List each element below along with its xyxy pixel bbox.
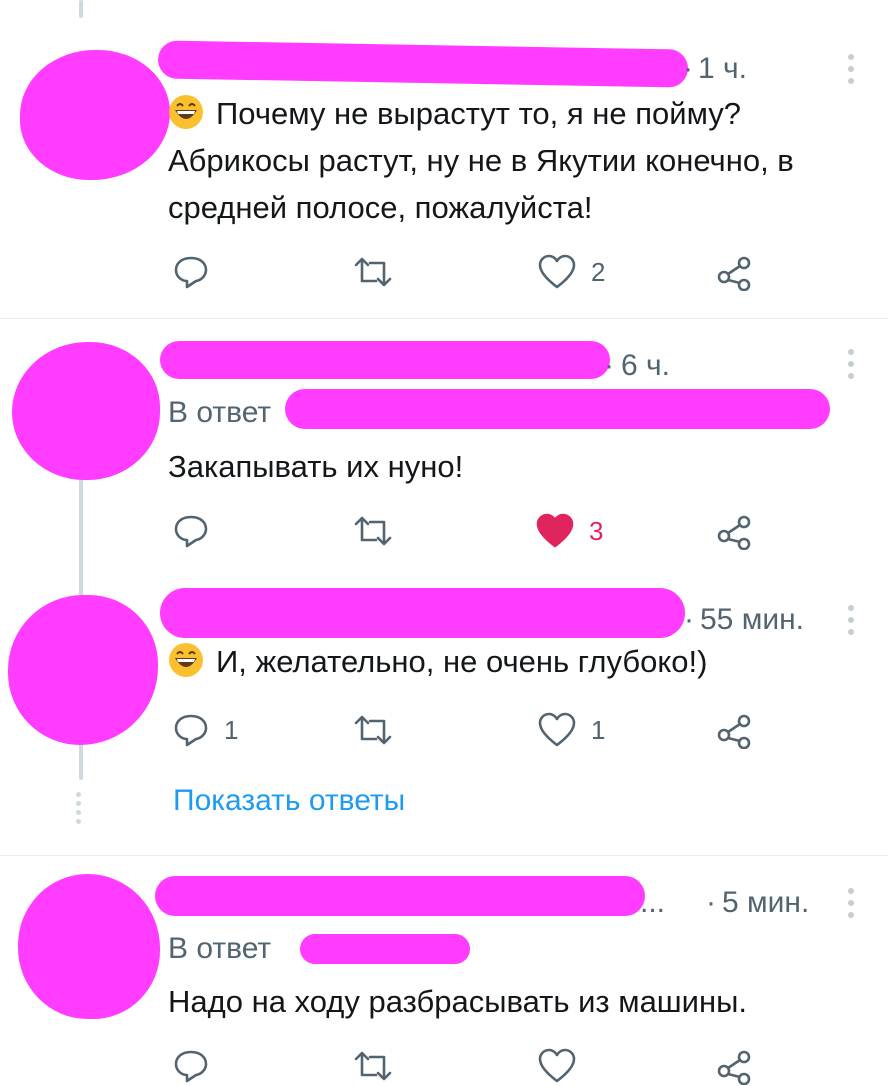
share-button[interactable] — [716, 252, 754, 292]
tweet-actions: 2 — [0, 252, 888, 292]
tweet-text-line: Абрикосы растут, ну не в Якутии конечно,… — [168, 143, 794, 178]
tweet-text-line: Закапывать их нуно! — [168, 449, 464, 484]
retweet-icon — [354, 715, 392, 745]
tweet-actions: 1 1 — [0, 710, 888, 750]
like-count: 1 — [591, 714, 606, 745]
tweet[interactable]: 1 ч. · Почему не вырастут то, я не пойму… — [0, 0, 888, 318]
redacted-username — [157, 40, 689, 88]
like-icon — [536, 513, 574, 548]
reply-icon — [174, 515, 208, 548]
name-ellipsis: ... — [640, 886, 666, 919]
reply-to-label: В ответ — [168, 932, 272, 965]
reply-icon — [174, 714, 208, 747]
reply-icon — [174, 1050, 208, 1083]
redacted-username — [160, 341, 610, 379]
retweet-icon — [354, 257, 392, 287]
like-icon — [538, 712, 576, 747]
tweet-text-line: Надо на ходу разбрасывать из машины. — [168, 984, 748, 1019]
tweet-actions: 3 — [0, 511, 888, 551]
tweet-time: 1 ч. — [698, 52, 747, 85]
tweet-time: 6 ч. — [621, 349, 670, 382]
share-button[interactable] — [716, 1046, 754, 1086]
like-button[interactable] — [537, 1046, 577, 1086]
tweet-text-line: средней полосе, пожалуйста! — [168, 190, 593, 225]
thread-gap-dots — [76, 792, 81, 824]
tweet[interactable]: · 55 мин. И, желательно, не очень глубок… — [0, 565, 888, 785]
tweet-text-line: И, желательно, не очень глубоко!) — [216, 644, 708, 679]
reply-button[interactable] — [172, 252, 210, 292]
share-button[interactable] — [716, 511, 754, 551]
tweet-text-line: Почему не вырастут то, я не пойму? — [216, 96, 742, 131]
grinning-emoji — [169, 643, 203, 677]
like-icon — [538, 1048, 576, 1083]
like-button[interactable]: 2 — [537, 252, 605, 292]
tweet-text: И, желательно, не очень глубоко!) — [168, 638, 868, 685]
more-icon[interactable] — [841, 54, 861, 84]
separator-dot: · — [604, 349, 614, 382]
redacted-username — [155, 876, 645, 916]
grinning-emoji — [169, 95, 203, 129]
avatar[interactable] — [20, 50, 170, 180]
retweet-icon — [354, 1051, 392, 1081]
retweet-icon — [354, 516, 392, 546]
reply-button[interactable]: 1 — [172, 710, 238, 750]
more-icon[interactable] — [841, 349, 861, 379]
avatar[interactable] — [18, 874, 160, 1019]
retweet-button[interactable] — [352, 511, 394, 551]
show-replies-link[interactable]: Показать ответы — [173, 784, 405, 818]
reply-button[interactable] — [172, 1046, 210, 1086]
like-count: 2 — [591, 256, 606, 287]
tweet-time: 5 мин. — [722, 886, 810, 919]
like-icon — [538, 254, 576, 289]
retweet-button[interactable] — [352, 1046, 394, 1086]
share-button[interactable] — [716, 710, 754, 750]
separator-dot: · — [683, 52, 693, 85]
reply-icon — [174, 256, 208, 289]
redacted-reply-handle[interactable] — [300, 934, 470, 964]
share-icon — [717, 515, 751, 550]
tweet-time: 55 мин. — [700, 603, 804, 636]
share-icon — [717, 256, 751, 291]
like-button[interactable]: 3 — [535, 511, 603, 551]
more-icon[interactable] — [841, 605, 861, 635]
tweet-actions — [0, 1046, 888, 1086]
tweet[interactable]: ... · 5 мин. В ответ Надо на ходу разбра… — [0, 856, 888, 1085]
retweet-button[interactable] — [352, 710, 394, 750]
tweet-text: Почему не вырастут то, я не пойму? Абрик… — [168, 90, 868, 231]
retweet-button[interactable] — [352, 252, 394, 292]
tweet-text: Закапывать их нуно! — [168, 443, 868, 490]
tweet-text: Надо на ходу разбрасывать из машины. — [168, 978, 868, 1025]
separator-dot: · — [706, 886, 716, 919]
avatar[interactable] — [12, 342, 160, 480]
reply-to-label: В ответ — [168, 396, 272, 429]
more-icon[interactable] — [841, 888, 861, 918]
separator-dot: · — [684, 603, 694, 636]
redacted-username — [160, 588, 685, 638]
reply-count: 1 — [224, 714, 239, 745]
reply-button[interactable] — [172, 511, 210, 551]
like-button[interactable]: 1 — [537, 710, 605, 750]
tweet[interactable]: · 6 ч. В ответ Закапывать их нуно! 3 — [0, 319, 888, 564]
redacted-reply-handle[interactable] — [285, 389, 830, 429]
share-icon — [717, 714, 751, 749]
like-count: 3 — [589, 515, 604, 546]
share-icon — [717, 1050, 751, 1085]
